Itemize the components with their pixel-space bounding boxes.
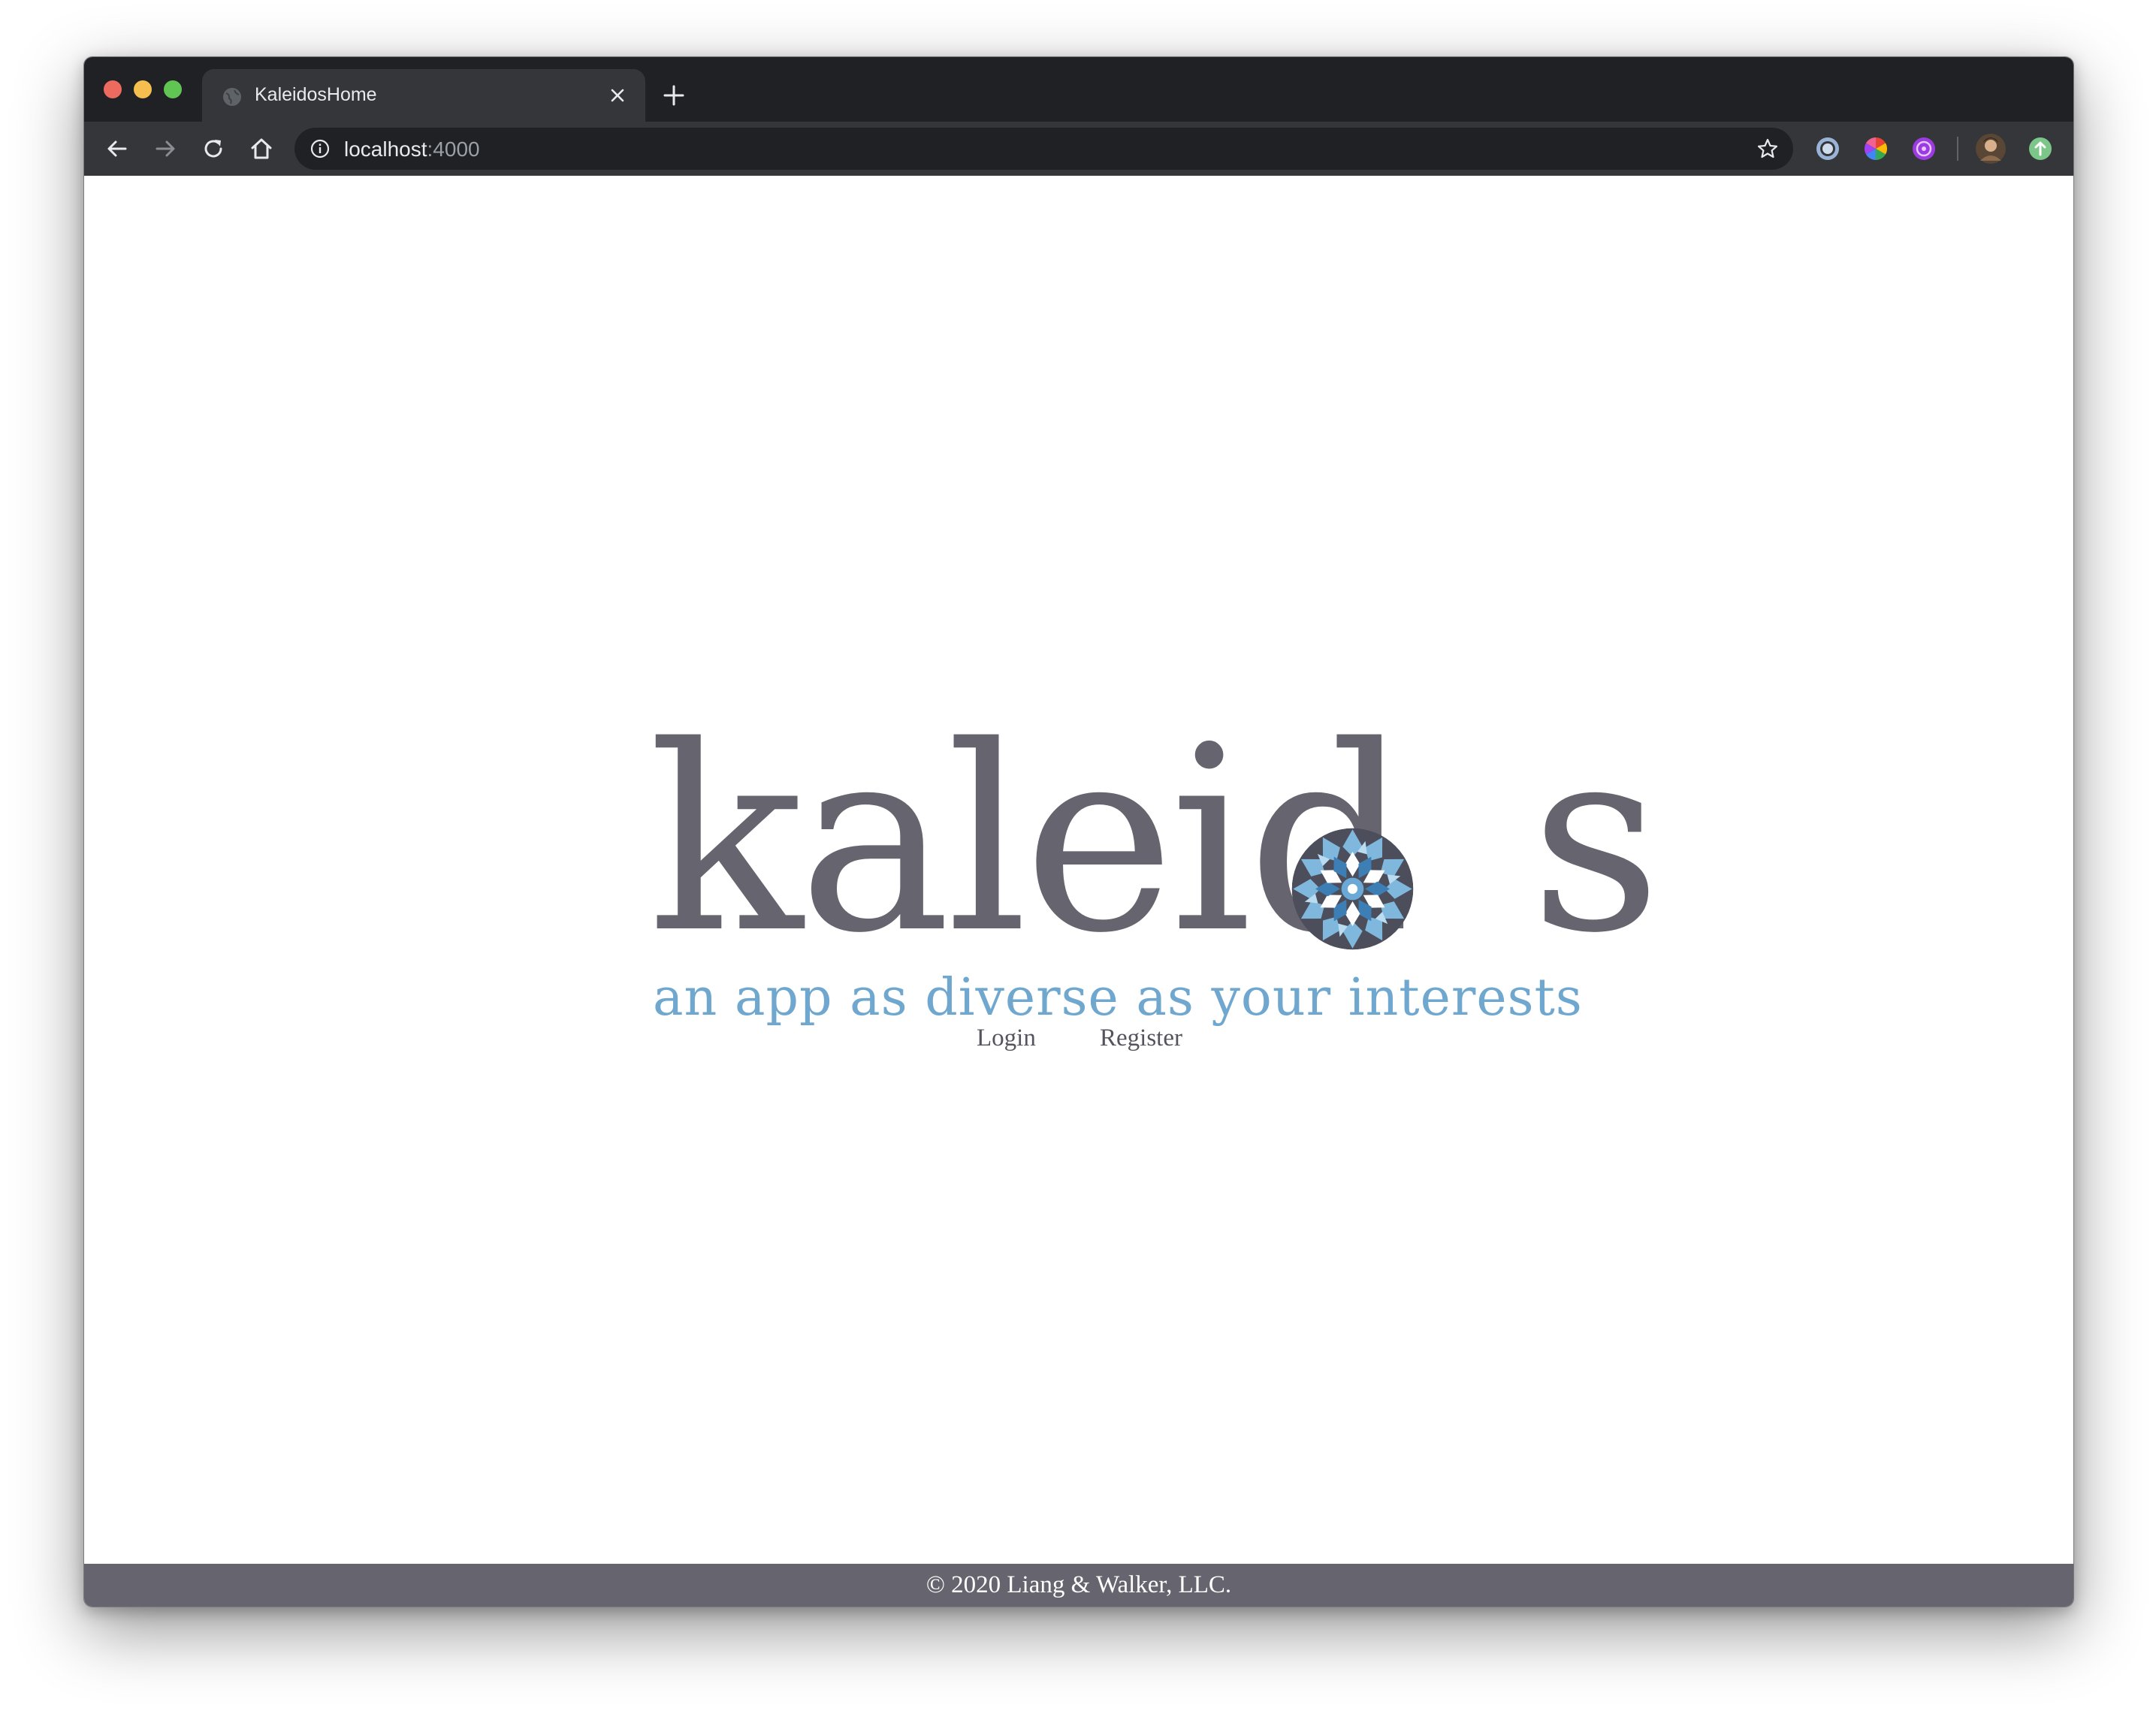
url-port: :4000 [427,137,480,161]
forward-button[interactable] [150,134,180,164]
tab-title: KaleidosHome [255,84,377,105]
wordmark-suffix: s [1530,692,1662,989]
tab-kaleidoshome[interactable]: KaleidosHome [202,69,645,122]
profile-avatar[interactable] [1974,132,2007,165]
home-button[interactable] [246,134,276,164]
address-bar[interactable]: localhost:4000 [294,128,1793,170]
color-wheel-extension-icon[interactable] [1862,135,1889,162]
url-text[interactable]: localhost:4000 [344,137,480,161]
new-tab-button[interactable] [660,82,687,109]
logo-wordmark: kaleid s [648,713,1662,968]
footer-copyright: © 2020 Liang & Walker, LLC. [926,1571,1232,1598]
purple-extension-icon[interactable] [1910,135,1937,162]
page-footer: © 2020 Liang & Walker, LLC. [84,1564,2073,1607]
page-content: kaleid s an app as diverse as your inter… [84,176,2073,1564]
kaleidoscope-mandala-icon [1291,828,1414,950]
reload-button[interactable] [198,134,228,164]
login-link[interactable]: Login [977,1024,1036,1052]
tab-strip: KaleidosHome [84,57,2073,122]
star-icon[interactable] [1756,137,1780,161]
green-upload-extension-icon[interactable] [2027,135,2054,162]
globe-icon [223,88,241,106]
ring-extension-icon[interactable] [1814,135,1841,162]
logo-tagline: an app as diverse as your interests [653,968,1583,1027]
kaleidos-logo: kaleid s an app as diverse as your inter… [648,713,1662,1058]
register-link[interactable]: Register [1100,1024,1182,1052]
close-icon[interactable] [608,86,627,105]
maximize-window-button[interactable] [164,80,182,98]
browser-window: KaleidosHome localhost:4000 kaleid s an … [83,56,2074,1607]
close-window-button[interactable] [104,80,122,98]
browser-toolbar: localhost:4000 [84,122,2073,176]
back-button[interactable] [102,134,132,164]
info-icon[interactable] [310,138,331,159]
url-host: localhost [344,137,427,161]
toolbar-divider [1957,137,1958,161]
minimize-window-button[interactable] [134,80,152,98]
